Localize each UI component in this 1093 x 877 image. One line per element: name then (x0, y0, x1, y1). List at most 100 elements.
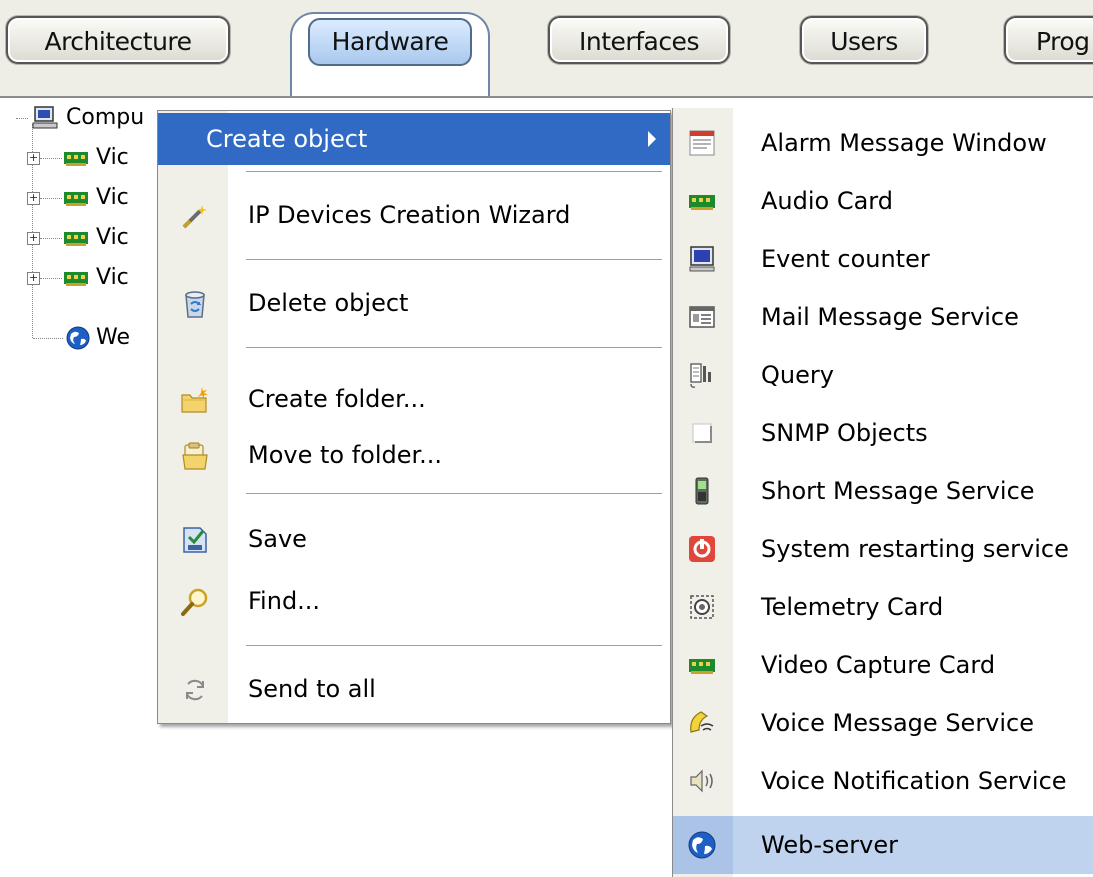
tab-programs[interactable]: Prog (1004, 16, 1093, 64)
submenu-item-label: Voice Notification Service (761, 767, 1067, 795)
tab-label: Architecture (44, 27, 192, 56)
submenu-item-short-message-service[interactable]: Short Message Service (673, 462, 1093, 520)
submenu-item-snmp-objects[interactable]: SNMP Objects (673, 404, 1093, 462)
menu-item-delete-object[interactable]: Delete object (158, 277, 670, 329)
web-server-icon (688, 831, 716, 859)
recycle-bin-icon (185, 291, 205, 318)
submenu-item-web-server[interactable]: Web-server (673, 816, 1093, 874)
telemetry-icon (690, 595, 714, 619)
tab-label: Users (830, 27, 898, 56)
submenu-item-label: Audio Card (761, 187, 893, 215)
tree-connector (33, 338, 63, 339)
tab-users[interactable]: Users (800, 16, 928, 64)
tab-architecture[interactable]: Architecture (6, 16, 230, 64)
expand-plus-icon[interactable]: + (27, 152, 40, 165)
tree-item-label: Vic (96, 185, 129, 210)
speaker-icon (690, 769, 713, 793)
menu-item-label: Send to all (248, 675, 376, 703)
monitor-icon (689, 246, 715, 272)
video-card-icon (64, 192, 88, 206)
tree-connector (40, 238, 62, 239)
menu-item-ip-devices-wizard[interactable]: IP Devices Creation Wizard (158, 189, 670, 241)
move-folder-icon (182, 442, 208, 470)
menu-item-send-to-all[interactable]: Send to all (158, 663, 670, 715)
menu-separator (246, 493, 662, 495)
submenu-item-label: SNMP Objects (761, 419, 928, 447)
tab-label: Hardware (308, 18, 472, 66)
submenu-item-label: Query (761, 361, 834, 389)
submenu-arrow-icon (648, 131, 656, 147)
sync-arrows-icon (186, 679, 204, 701)
submenu-item-label: Short Message Service (761, 477, 1035, 505)
tree-item-label: We (96, 325, 130, 350)
submenu-item-alarm-message-window[interactable]: Alarm Message Window (673, 114, 1093, 172)
tree-item-label: Vic (96, 145, 129, 170)
menu-item-save[interactable]: Save (158, 513, 670, 565)
tree-item-label: Vic (96, 225, 129, 250)
tree-connector (16, 118, 28, 119)
menu-item-label: IP Devices Creation Wizard (248, 201, 571, 229)
submenu-item-video-capture-card[interactable]: Video Capture Card (673, 636, 1093, 694)
menu-item-label: Find... (248, 587, 321, 615)
restart-icon (689, 536, 715, 562)
submenu-item-label: Voice Message Service (761, 709, 1035, 737)
mobile-phone-icon (695, 477, 709, 505)
tree-item-label: Vic (96, 265, 129, 290)
submenu-item-label: Web-server (761, 831, 898, 859)
video-card-icon (64, 272, 88, 286)
computer-icon (32, 106, 58, 129)
submenu-item-label: Alarm Message Window (761, 129, 1047, 157)
expand-plus-icon[interactable]: + (27, 232, 40, 245)
new-folder-icon (181, 387, 208, 413)
tree-item-label: Compu (66, 105, 145, 130)
audio-card-icon (689, 195, 715, 210)
menu-item-find[interactable]: Find... (158, 575, 670, 627)
menu-item-label: Move to folder... (248, 441, 443, 469)
menu-item-create-object[interactable]: Create object (158, 113, 670, 165)
alarm-window-icon (689, 130, 715, 156)
menu-separator (246, 171, 662, 173)
tab-hardware[interactable]: Hardware (290, 12, 490, 96)
magnifier-icon (181, 588, 208, 616)
tab-label: Prog (1036, 27, 1090, 56)
submenu-item-voice-notification-service[interactable]: Voice Notification Service (673, 752, 1093, 810)
snmp-icon (692, 423, 712, 443)
video-card-icon (689, 659, 715, 674)
submenu-item-label: Event counter (761, 245, 930, 273)
menu-separator (246, 347, 662, 349)
expand-plus-icon[interactable]: + (27, 272, 40, 285)
menu-item-create-folder[interactable]: Create folder... (158, 373, 670, 425)
menu-item-label: Save (248, 525, 307, 553)
menu-item-label: Create object (206, 125, 368, 153)
submenu-item-telemetry-card[interactable]: Telemetry Card (673, 578, 1093, 636)
voice-message-icon (690, 711, 714, 733)
wizard-wand-icon (182, 205, 207, 229)
submenu-item-label: System restarting service (761, 535, 1069, 563)
tab-bar: Architecture Hardware Interfaces Users P… (0, 0, 1093, 98)
menu-item-label: Delete object (248, 289, 409, 317)
expand-plus-icon[interactable]: + (27, 192, 40, 205)
tab-label: Interfaces (579, 27, 699, 56)
submenu-item-label: Video Capture Card (761, 651, 996, 679)
submenu-item-label: Telemetry Card (761, 593, 944, 621)
menu-separator (246, 645, 662, 647)
submenu-item-voice-message-service[interactable]: Voice Message Service (673, 694, 1093, 752)
create-object-submenu: Alarm Message Window Audio Card Event co… (672, 108, 1093, 877)
submenu-item-event-counter[interactable]: Event counter (673, 230, 1093, 288)
tab-interfaces[interactable]: Interfaces (548, 16, 730, 64)
web-server-icon (66, 326, 90, 350)
menu-separator (246, 259, 662, 261)
tree-connector (40, 158, 62, 159)
tree-connector (40, 278, 62, 279)
submenu-item-query[interactable]: Query (673, 346, 1093, 404)
tree-connector (40, 198, 62, 199)
context-menu: Create object IP Devices Creation Wizard… (157, 110, 671, 724)
video-card-icon (64, 152, 88, 166)
menu-item-move-to-folder[interactable]: Move to folder... (158, 429, 670, 481)
submenu-item-system-restarting-service[interactable]: System restarting service (673, 520, 1093, 578)
submenu-item-audio-card[interactable]: Audio Card (673, 172, 1093, 230)
submenu-item-mail-message-service[interactable]: Mail Message Service (673, 288, 1093, 346)
mail-service-icon (689, 306, 715, 328)
query-icon (690, 363, 711, 388)
save-icon (183, 527, 207, 553)
